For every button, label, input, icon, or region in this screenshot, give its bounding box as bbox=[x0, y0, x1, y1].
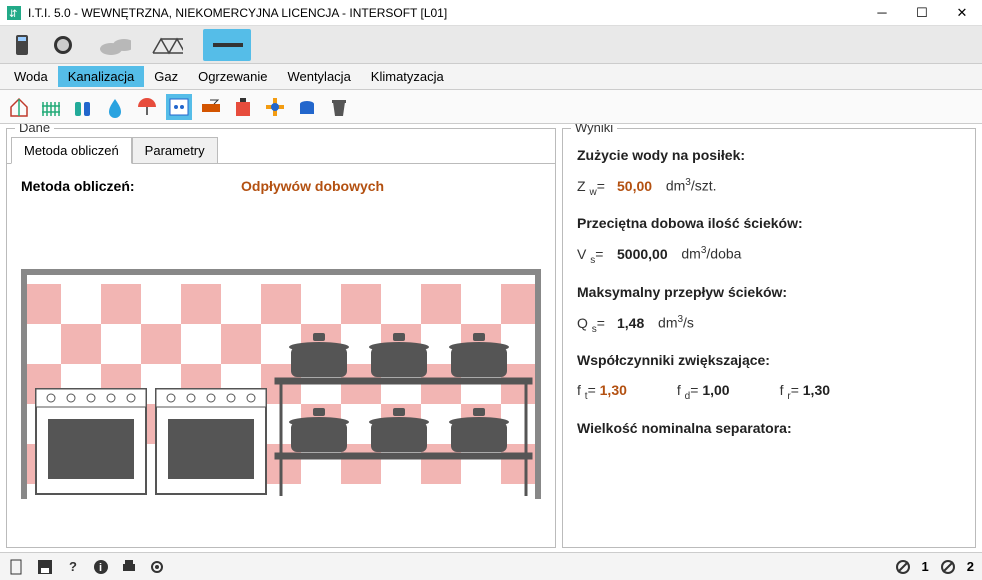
pipe-icon[interactable] bbox=[262, 94, 288, 120]
tab-metoda[interactable]: Metoda obliczeń bbox=[11, 137, 132, 164]
menu-wentylacja[interactable]: Wentylacja bbox=[277, 66, 360, 87]
statusbar: ? i 1 2 bbox=[0, 552, 982, 580]
svg-text:⇵: ⇵ bbox=[9, 9, 17, 20]
tab-content: Metoda obliczeń: Odpływów dobowych bbox=[7, 163, 555, 547]
ribbon-group-2 bbox=[99, 31, 131, 59]
menu-ogrzewanie[interactable]: Ogrzewanie bbox=[188, 66, 277, 87]
c2: f d= 1,00 bbox=[677, 382, 730, 402]
calculator-icon[interactable] bbox=[10, 31, 42, 59]
ribbon-group-3 bbox=[151, 31, 183, 59]
minimize-button[interactable]: ─ bbox=[862, 0, 902, 26]
r2-unit: dm3/doba bbox=[674, 245, 742, 262]
save-icon[interactable] bbox=[36, 558, 54, 576]
status-2: 2 bbox=[967, 559, 974, 574]
window-title: I.T.I. 5.0 - WEWNĘTRZNA, NIEKOMERCYJNA L… bbox=[28, 6, 862, 20]
ribbon-group-1 bbox=[10, 31, 79, 59]
new-doc-icon[interactable] bbox=[8, 558, 26, 576]
help-icon[interactable]: ? bbox=[64, 558, 82, 576]
r2-val: 5000,00 bbox=[617, 246, 668, 262]
menubar: Woda Kanalizacja Gaz Ogrzewanie Wentylac… bbox=[0, 64, 982, 90]
tab-parametry[interactable]: Parametry bbox=[132, 137, 218, 164]
trowel-icon[interactable] bbox=[99, 31, 131, 59]
tank-icon[interactable] bbox=[294, 94, 320, 120]
c3: f r= 1,30 bbox=[780, 382, 830, 402]
status-target2-icon[interactable] bbox=[939, 558, 957, 576]
ruler-icon[interactable] bbox=[198, 94, 224, 120]
gauge-icon[interactable] bbox=[47, 31, 79, 59]
status-1: 1 bbox=[922, 559, 929, 574]
r1-unit: dm3/szt. bbox=[658, 177, 716, 194]
info-icon[interactable]: i bbox=[92, 558, 110, 576]
panel-wyniki-label: Wyniki bbox=[571, 124, 617, 135]
r3-sym: Q s= bbox=[577, 315, 611, 335]
tanks-icon[interactable] bbox=[70, 94, 96, 120]
r1-val: 50,00 bbox=[617, 178, 652, 194]
house-icon[interactable] bbox=[6, 94, 32, 120]
ribbon bbox=[0, 26, 982, 64]
fuel-icon[interactable] bbox=[230, 94, 256, 120]
maximize-button[interactable]: ☐ bbox=[902, 0, 942, 26]
result-h5: Wielkość nominalna separatora: bbox=[577, 420, 961, 436]
calc-icon[interactable] bbox=[166, 94, 192, 120]
r1-sym: Z w= bbox=[577, 178, 611, 198]
result-h3: Maksymalny przepływ ścieków: bbox=[577, 284, 961, 300]
method-label: Metoda obliczeń: bbox=[21, 178, 241, 194]
method-value: Odpływów dobowych bbox=[241, 178, 384, 194]
wrench-icon bbox=[211, 31, 243, 59]
panel-dane: Dane Metoda obliczeń Parametry Metoda ob… bbox=[6, 128, 556, 548]
panel-dane-label: Dane bbox=[15, 124, 54, 135]
app-icon: ⇵ bbox=[5, 4, 23, 22]
panel-wyniki: Wyniki Zużycie wody na posiłek: Z w= 50,… bbox=[562, 128, 976, 548]
r3-val: 1,48 bbox=[617, 315, 644, 331]
r3-unit: dm3/s bbox=[650, 314, 694, 331]
tabs: Metoda obliczeń Parametry bbox=[11, 137, 555, 164]
ribbon-group-4-active[interactable] bbox=[203, 29, 251, 61]
close-button[interactable]: ✕ bbox=[942, 0, 982, 26]
result-h2: Przeciętna dobowa ilość ścieków: bbox=[577, 215, 961, 231]
toolbar bbox=[0, 90, 982, 124]
result-h4: Współczynniki zwiększające: bbox=[577, 352, 961, 368]
menu-klimatyzacja[interactable]: Klimatyzacja bbox=[361, 66, 454, 87]
print-icon[interactable] bbox=[120, 558, 138, 576]
status-target1-icon[interactable] bbox=[894, 558, 912, 576]
svg-text:i: i bbox=[99, 562, 102, 574]
result-h1: Zużycie wody na posiłek: bbox=[577, 147, 961, 163]
menu-gaz[interactable]: Gaz bbox=[144, 66, 188, 87]
drop-icon[interactable] bbox=[102, 94, 128, 120]
settings-icon[interactable] bbox=[148, 558, 166, 576]
kitchen-illustration bbox=[21, 224, 541, 533]
menu-kanalizacja[interactable]: Kanalizacja bbox=[58, 66, 145, 87]
titlebar: ⇵ I.T.I. 5.0 - WEWNĘTRZNA, NIEKOMERCYJNA… bbox=[0, 0, 982, 26]
c1: f t= 1,30 bbox=[577, 382, 627, 402]
r2-sym: V s= bbox=[577, 246, 611, 266]
truss-icon[interactable] bbox=[151, 31, 183, 59]
bin-icon[interactable] bbox=[326, 94, 352, 120]
menu-woda[interactable]: Woda bbox=[4, 66, 58, 87]
workspace: Dane Metoda obliczeń Parametry Metoda ob… bbox=[0, 124, 982, 552]
results-body: Zużycie wody na posiłek: Z w= 50,00 dm3/… bbox=[563, 129, 975, 462]
umbrella-icon[interactable] bbox=[134, 94, 160, 120]
fence-icon[interactable] bbox=[38, 94, 64, 120]
